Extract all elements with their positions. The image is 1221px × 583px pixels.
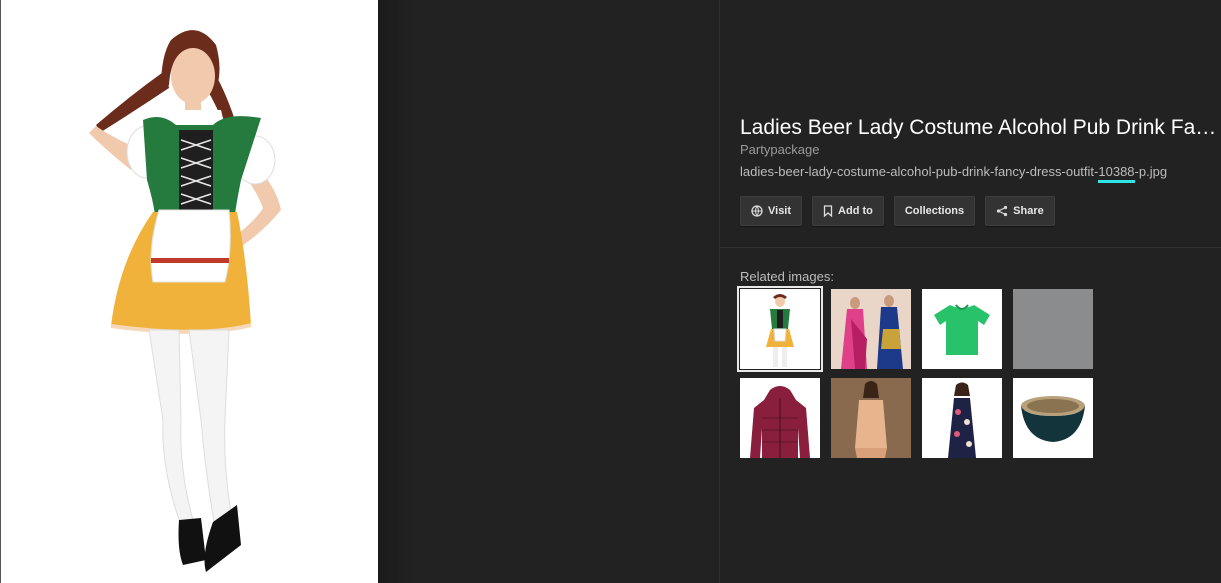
add-to-button[interactable]: Add to: [812, 196, 884, 226]
related-image-thumb[interactable]: [922, 378, 1002, 458]
related-images-label: Related images:: [740, 269, 834, 284]
filename-highlight: 10388: [1098, 164, 1135, 183]
image-title[interactable]: Ladies Beer Lady Costume Alcohol Pub Dri…: [740, 116, 1218, 140]
related-image-thumb[interactable]: [831, 289, 911, 369]
collections-button[interactable]: Collections: [893, 196, 976, 226]
share-label: Share: [1013, 205, 1044, 217]
related-images-grid: [737, 286, 1093, 458]
related-image-thumb[interactable]: [1013, 378, 1093, 458]
related-image-thumb[interactable]: [922, 289, 1002, 369]
globe-icon: [751, 205, 763, 217]
costume-photo: [89, 30, 281, 572]
related-image-thumb[interactable]: [740, 378, 820, 458]
filename-suffix: -p.jpg: [1134, 164, 1168, 179]
filename-prefix: ladies-beer-lady-costume-alcohol-pub-dri…: [740, 164, 1099, 179]
share-icon: [997, 205, 1008, 217]
related-image-thumb[interactable]: [1013, 289, 1093, 369]
image-filename: ladies-beer-lady-costume-alcohol-pub-dri…: [740, 164, 1168, 183]
share-button[interactable]: Share: [985, 196, 1055, 226]
main-image[interactable]: [0, 0, 378, 583]
action-bar: Visit Add to Collections Share: [740, 196, 1055, 226]
related-image-thumb[interactable]: [737, 286, 823, 372]
related-image-thumb[interactable]: [831, 378, 911, 458]
viewer-backdrop: [378, 0, 719, 583]
image-source[interactable]: Partypackage: [740, 142, 820, 157]
collections-label: Collections: [904, 205, 965, 217]
image-details-panel: Ladies Beer Lady Costume Alcohol Pub Dri…: [720, 0, 1221, 583]
bookmark-icon: [823, 205, 833, 217]
add-to-label: Add to: [838, 205, 873, 217]
section-divider: [720, 247, 1221, 248]
visit-button[interactable]: Visit: [740, 196, 803, 226]
visit-label: Visit: [768, 205, 792, 217]
